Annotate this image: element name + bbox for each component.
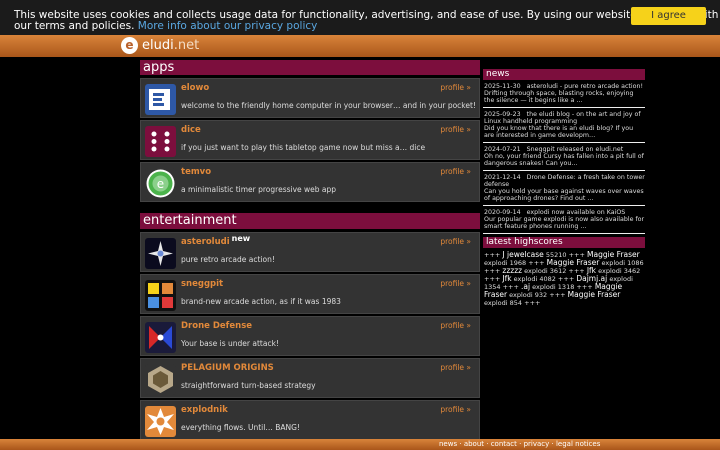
news-body: Did you know that there is an eludi blog… [484,125,634,139]
news-title[interactable]: asteroludi - pure retro arcade action! [527,83,643,90]
news-date: 2024-07-21 [484,146,521,153]
news-date: 2020-09-14 [484,209,521,216]
temvo-icon: e [145,168,176,199]
item-description: if you just want to play this tabletop g… [181,143,426,152]
profile-link[interactable]: profile » [440,167,471,176]
logo-name: eludi [142,38,174,53]
news-item[interactable]: 2025-09-23 the eludi blog - on the art a… [483,108,645,143]
item-title[interactable]: dice [181,125,201,135]
top-bar: e eludi .net [0,35,720,57]
game-item-sneggpit[interactable]: sneggpit brand-new arcade action, as if … [140,274,480,314]
item-title[interactable]: explodnik [181,405,228,415]
item-title[interactable]: temvo [181,167,211,177]
news-date: 2025-09-23 [484,111,521,118]
app-item-dice[interactable]: dice if you just want to play this table… [140,120,480,160]
highscore-entry: +++ zzzzz explodi 3612 [484,266,569,276]
item-description: straightforward turn-based strategy [181,381,316,390]
highscores-list: +++ J jewelcase 55210 +++ Maggie Fraser … [484,250,644,308]
site-logo[interactable]: e eludi .net [121,37,199,54]
news-item[interactable]: 2021-12-14 Drone Defense: a fresh take o… [483,171,645,206]
highscore-player: Maggie Fraser [567,290,621,299]
profile-link[interactable]: profile » [440,405,471,414]
profile-link[interactable]: profile » [440,83,471,92]
news-body: Our popular game explodi is now also ava… [484,216,645,230]
footer-link-contact[interactable]: contact [491,440,517,448]
app-item-temvo[interactable]: e temvo a minimalistic timer progressive… [140,162,480,202]
game-item-drone-defense[interactable]: Drone Defense Your base is under attack!… [140,316,480,356]
news-title[interactable]: explodi now available on KaiOS [527,209,626,216]
item-title[interactable]: PELAGIUM ORIGINS [181,363,274,373]
pelagium-icon [145,364,176,395]
news-body: Can you hold your base against waves ove… [484,188,644,202]
news-item[interactable]: 2025-11-30 asteroludi - pure retro arcad… [483,80,645,108]
item-title[interactable]: Drone Defense [181,321,252,331]
news-header: news [483,69,645,80]
profile-link[interactable]: profile » [440,279,471,288]
news-item[interactable]: 2020-09-14 explodi now available on KaiO… [483,206,645,234]
highscore-player: .aj [521,282,531,291]
cookie-text: This website uses cookies and collects u… [14,9,719,32]
item-description: a minimalistic timer progressive web app [181,185,337,194]
agree-button[interactable]: I agree [631,7,706,25]
profile-link[interactable]: profile » [440,237,471,246]
app-item-elowo[interactable]: elowo welcome to the friendly home compu… [140,78,480,118]
news-title[interactable]: Sneggpit released on eludi.net [527,146,624,153]
apps-header: apps [140,60,480,75]
game-item-explodnik[interactable]: explodnik everything flows. Until… BANG!… [140,400,480,440]
highscore-entry: +++ .aj explodi 1318 [502,282,577,292]
news-item[interactable]: 2024-07-21 Sneggpit released on eludi.ne… [483,143,645,171]
item-title-text: asteroludi [181,237,230,247]
profile-link[interactable]: profile » [440,363,471,372]
news-panel: news 2025-11-30 asteroludi - pure retro … [483,69,645,234]
logo-icon: e [121,37,138,54]
item-description: everything flows. Until… BANG! [181,423,300,432]
sneggpit-icon [145,280,176,311]
item-title[interactable]: sneggpit [181,279,223,289]
footer-link-news[interactable]: news [439,440,457,448]
item-title[interactable]: asteroludi new [181,234,251,247]
item-description: pure retro arcade action! [181,255,275,264]
new-badge: new [231,234,251,243]
privacy-policy-link[interactable]: More info about our privacy policy [138,20,318,32]
news-date: 2021-12-14 [484,174,521,181]
news-body: Oh no, your friend Cursy has fallen into… [484,153,644,167]
entertainment-header: entertainment [140,213,480,229]
news-body: Drifting through space, blasting rocks, … [484,90,634,104]
cookie-banner: This website uses cookies and collects u… [0,0,720,35]
game-item-pelagium-origins[interactable]: PELAGIUM ORIGINS straightforward turn-ba… [140,358,480,398]
highscore-player: J jewelcase [502,250,544,259]
footer-link-legal-notices[interactable]: legal notices [556,440,600,448]
profile-link[interactable]: profile » [440,321,471,330]
dice-icon [145,126,176,157]
item-description: Your base is under attack! [181,339,279,348]
explodnik-icon [145,406,176,437]
footer-links: news · about · contact · privacy · legal… [439,440,601,448]
highscore-player: Jfk [502,274,512,283]
profile-link[interactable]: profile » [440,125,471,134]
highscores-header: latest highscores [483,237,645,248]
drone-defense-icon [145,322,176,353]
asteroludi-icon [145,238,176,269]
item-description: brand-new arcade action, as if it was 19… [181,297,341,306]
svg-text:e: e [157,177,164,191]
footer-link-privacy[interactable]: privacy [524,440,550,448]
footer: news · about · contact · privacy · legal… [0,439,720,450]
item-title[interactable]: elowo [181,83,209,93]
footer-link-about[interactable]: about [464,440,484,448]
item-description: welcome to the friendly home computer in… [181,101,476,110]
elowo-icon [145,84,176,115]
game-item-asteroludi[interactable]: asteroludi new pure retro arcade action! … [140,232,480,272]
highscores-panel: latest highscores +++ J jewelcase 55210 … [483,237,645,307]
logo-suffix: .net [173,38,200,53]
news-date: 2025-11-30 [484,83,521,90]
